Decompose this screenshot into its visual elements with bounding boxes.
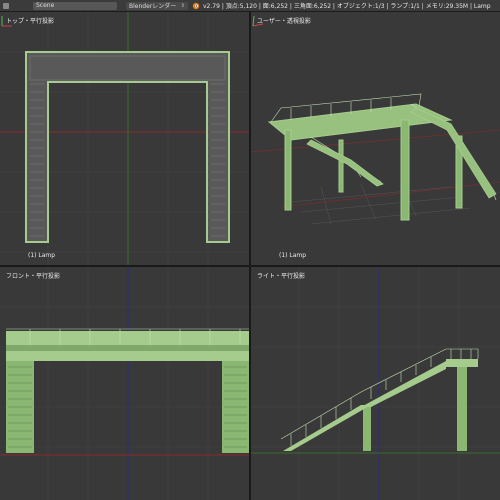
engine-label: Blenderレンダー: [129, 3, 177, 10]
chevron-updown-icon: ⇕: [180, 2, 185, 9]
grid-top: [0, 12, 249, 265]
stair-left: [306, 139, 384, 187]
viewport-title-right: ライト・平行投影: [257, 273, 306, 280]
viewport-title-front: フロント・平行投影: [6, 273, 61, 280]
render-engine-selector[interactable]: Blenderレンダー ⇕: [126, 1, 188, 10]
active-object-label-top: (1) Lamp: [28, 252, 56, 259]
blender-logo-icon: [192, 2, 200, 9]
active-object-label-user: (1) Lamp: [279, 252, 307, 259]
scene-label: Scene: [36, 2, 55, 9]
grid-user: [251, 93, 500, 225]
viewport-top[interactable]: トップ・平行投影 (1) Lamp: [0, 12, 249, 265]
viewport-right[interactable]: ライト・平行投影: [251, 267, 500, 500]
grid-right: [251, 267, 500, 500]
axis-gizmo-icon: [1, 16, 12, 27]
scene-stats: v2.79 | 頂点:5,120 | 面:6,252 | 三角面:6,252 |…: [203, 3, 491, 10]
viewport-front[interactable]: フロント・平行投影: [0, 267, 249, 500]
viewport-user[interactable]: ユーザー・透視投影 (1) Lamp: [251, 12, 500, 265]
editor-type-icon[interactable]: [3, 2, 9, 9]
grid-front: [0, 267, 249, 500]
info-header: Scene Blenderレンダー ⇕ v2.79 | 頂点:5,120 | 面…: [0, 0, 500, 12]
axis-gizmo-icon: [252, 15, 264, 27]
scene-selector[interactable]: Scene: [33, 1, 117, 10]
